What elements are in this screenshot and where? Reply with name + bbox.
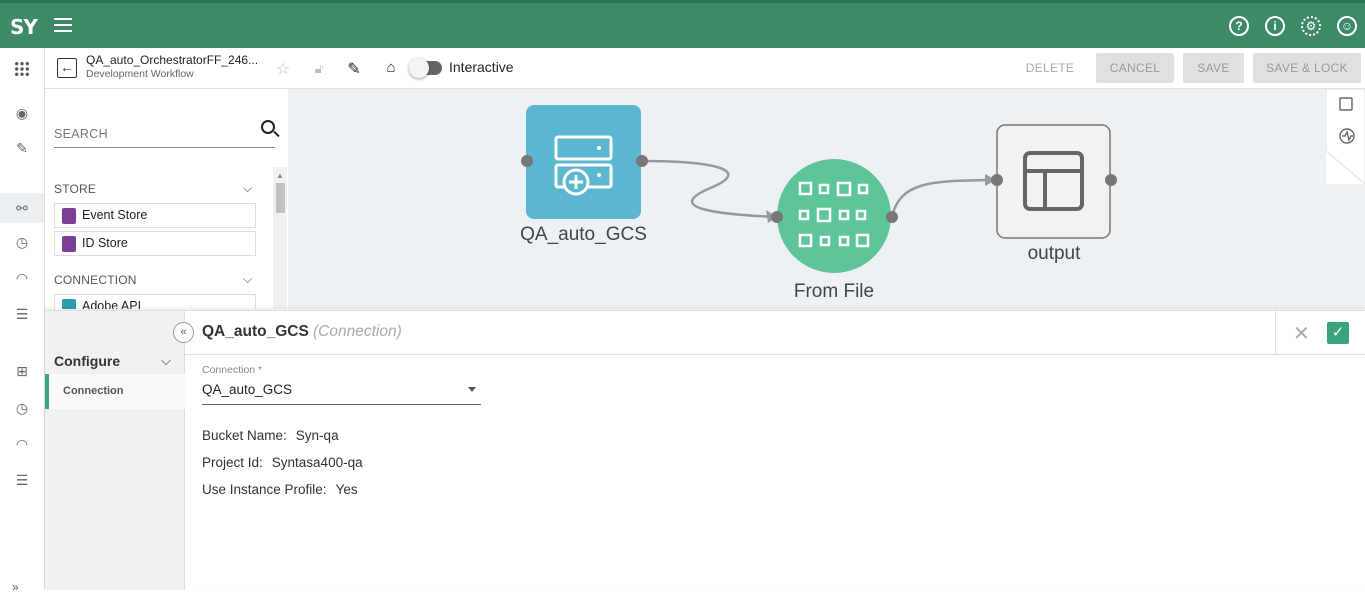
detail-instance-profile: Use Instance Profile: Yes <box>202 482 358 497</box>
connection-select-value: QA_auto_GCS <box>202 382 293 397</box>
node-palette: SEARCH STORE ⌵ Event Store ID Store CONN… <box>45 89 288 309</box>
section-store[interactable]: STORE <box>54 182 96 196</box>
palette-item-label: ID Store <box>82 236 128 250</box>
port-out[interactable] <box>636 155 648 167</box>
search-placeholder: SEARCH <box>54 127 108 141</box>
palette-scrollbar[interactable]: ▲ <box>273 167 287 309</box>
config-panel: Configure ⌵ Connection « QA_auto_GCS (Co… <box>45 310 1365 590</box>
palette-item-event-store[interactable]: Event Store <box>54 203 256 228</box>
id-store-icon <box>62 236 76 252</box>
section-connection[interactable]: CONNECTION <box>54 273 137 287</box>
app-logo[interactable]: SY <box>10 15 38 39</box>
workflow-title: QA_auto_OrchestratorFF_246... <box>86 53 259 67</box>
left-rail: ◉ ✎ ⚯ ◷ ◠ ☰ ⊞ ◷ ◠ ☰ <box>0 48 45 589</box>
menu-icon[interactable] <box>54 18 72 32</box>
detail-key: Use Instance Profile: <box>202 482 327 497</box>
edge-gcs-to-file <box>641 159 778 219</box>
cancel-button[interactable]: CANCEL <box>1096 53 1174 83</box>
interactive-label: Interactive <box>449 59 514 75</box>
palette-item-id-store[interactable]: ID Store <box>54 231 256 256</box>
port-in[interactable] <box>991 174 1003 186</box>
port-in[interactable] <box>771 211 783 223</box>
detail-value: Syntasa400-qa <box>271 455 363 470</box>
node-qa-auto-gcs[interactable] <box>526 105 641 219</box>
save-button[interactable]: SAVE <box>1183 53 1244 83</box>
lock-icon[interactable]: 🔓︎ <box>310 61 328 77</box>
event-store-icon <box>62 208 76 224</box>
info-icon[interactable]: i <box>1265 16 1285 36</box>
top-bar: SY ? i ⚙ ☺ <box>0 0 1365 48</box>
node-output[interactable] <box>996 124 1111 239</box>
database-icon[interactable]: ☰ <box>12 304 32 324</box>
connection-select[interactable]: QA_auto_GCS <box>202 379 481 405</box>
clock-icon[interactable]: ◷ <box>12 232 32 252</box>
config-item-connection[interactable]: Connection <box>45 374 185 409</box>
eye-icon[interactable]: ◉ <box>12 103 32 123</box>
gauge-icon[interactable]: ◠ <box>12 268 32 288</box>
workflow-toolbar: ← QA_auto_OrchestratorFF_246... Developm… <box>45 48 1365 89</box>
caret-down-icon[interactable] <box>468 387 476 392</box>
canvas-tools <box>1326 89 1365 184</box>
dashboard-icon[interactable]: ◠ <box>12 434 32 454</box>
edge-file-to-output <box>890 178 997 218</box>
port-out[interactable] <box>1105 174 1117 186</box>
search-input[interactable]: SEARCH <box>54 120 275 148</box>
settings-icon[interactable]: ⚙ <box>1301 16 1321 36</box>
detail-key: Project Id: <box>202 455 263 470</box>
save-lock-button[interactable]: SAVE & LOCK <box>1253 53 1361 83</box>
chevron-down-icon[interactable]: ⌵ <box>161 353 171 369</box>
port-in[interactable] <box>521 155 533 167</box>
configure-heading[interactable]: Configure <box>54 353 120 369</box>
palette-item-label: Event Store <box>82 208 148 222</box>
confirm-check-icon[interactable]: ✓ <box>1327 322 1349 344</box>
node-from-file[interactable] <box>777 159 891 273</box>
back-icon[interactable]: ← <box>57 58 77 78</box>
node-label: QA_auto_GCS <box>520 224 647 245</box>
canvas-graph <box>521 105 1117 273</box>
hierarchy-icon[interactable]: ⊞ <box>12 361 32 381</box>
edit-icon[interactable]: ✎ <box>12 138 32 158</box>
chevron-down-icon[interactable]: ⌵ <box>243 181 252 196</box>
pencil-icon[interactable]: ✎ <box>345 59 363 79</box>
scroll-up-icon[interactable]: ▲ <box>276 171 284 180</box>
detail-bucket-name: Bucket Name: Syn-qa <box>202 428 339 443</box>
connection-field-label: Connection * <box>202 364 263 376</box>
node-label: From File <box>793 281 875 302</box>
panel-header: QA_auto_GCS (Connection) ✕ ✓ <box>185 311 1365 355</box>
help-icon[interactable]: ? <box>1229 16 1249 36</box>
detail-value: Syn-qa <box>295 428 339 443</box>
account-icon[interactable]: ☺ <box>1337 16 1357 36</box>
node-label: output <box>1027 243 1081 264</box>
workflow-canvas[interactable]: QA_auto_GCS From File output <box>288 89 1365 309</box>
close-icon[interactable]: ✕ <box>1293 321 1310 346</box>
palette-item-adobe-api[interactable]: Adobe API <box>54 294 256 309</box>
expand-rail-icon[interactable]: » <box>12 580 19 594</box>
detail-key: Bucket Name: <box>202 428 287 443</box>
detail-project-id: Project Id: Syntasa400-qa <box>202 455 363 470</box>
apps-grid-icon[interactable] <box>14 61 30 77</box>
storage-icon[interactable]: ☰ <box>12 470 32 490</box>
history-icon[interactable]: ◷ <box>12 398 32 418</box>
panel-type: (Connection) <box>313 323 402 340</box>
palette-item-label: Adobe API <box>82 299 142 309</box>
detail-value: Yes <box>335 482 358 497</box>
interactive-toggle[interactable] <box>409 58 442 78</box>
adobe-api-icon <box>62 299 76 309</box>
port-out[interactable] <box>886 211 898 223</box>
panel-title: QA_auto_GCS <box>202 323 309 340</box>
chevron-down-icon[interactable]: ⌵ <box>243 272 252 287</box>
home-icon[interactable]: ⌂ <box>382 59 400 76</box>
delete-button[interactable]: DELETE <box>1015 53 1085 83</box>
workflow-subtitle: Development Workflow <box>86 68 194 80</box>
workflow-icon[interactable]: ⚯ <box>0 193 44 223</box>
config-sidebar: Configure ⌵ Connection <box>45 311 185 590</box>
scroll-thumb[interactable] <box>276 183 285 213</box>
search-icon[interactable] <box>261 120 275 134</box>
star-icon[interactable]: ☆ <box>274 59 292 79</box>
